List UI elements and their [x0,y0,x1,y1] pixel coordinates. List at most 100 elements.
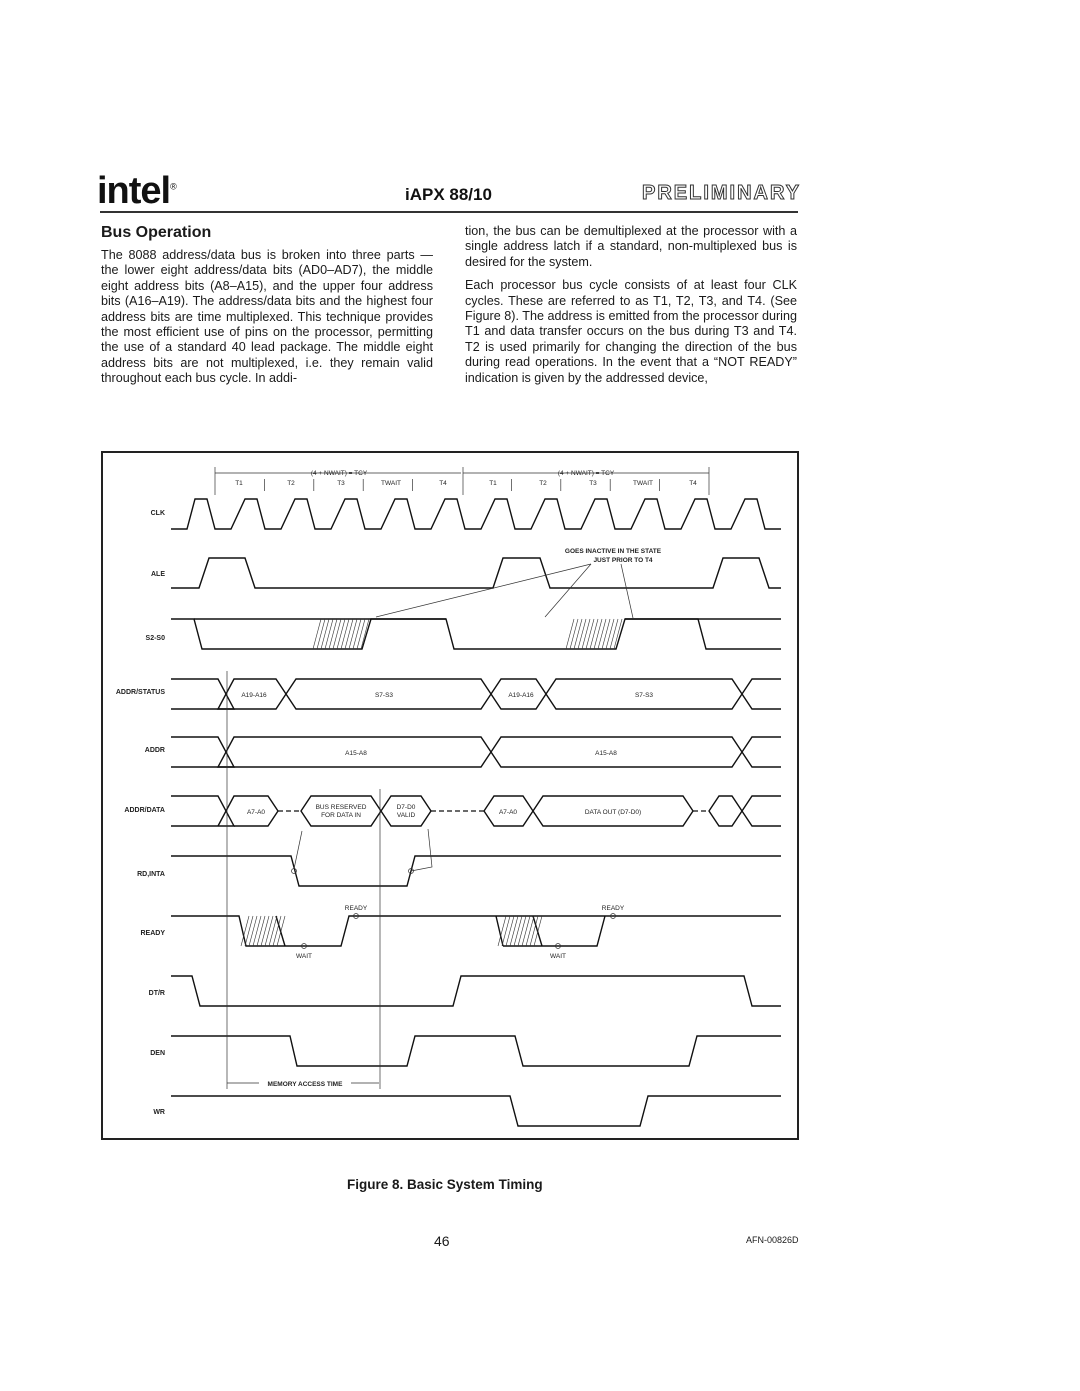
label-wait: WAIT [550,953,566,960]
label-bus-reserved: FOR DATA IN [321,812,361,819]
state-label: T1 [489,480,497,487]
annotation-arrow [544,563,592,618]
label-s7-s3: S7-S3 [635,692,653,699]
paragraph: tion, the bus can be demultiplexed at th… [465,224,797,269]
signal-label-den: DEN [150,1050,165,1057]
hatch-line [348,618,358,650]
hatch-line [577,618,587,650]
label-bus-reserved: BUS RESERVED [316,804,367,811]
label-memory-access-time: MEMORY ACCESS TIME [268,1081,344,1088]
annotation-arrow [620,563,634,619]
hatch-line [332,618,342,650]
hatch-line [248,915,258,947]
signal-label-clk: CLK [151,510,165,517]
hatch-line [360,618,370,650]
signal-label-ready: READY [140,930,165,937]
cycle-label: (4 + NWAIT) = TCY [311,470,368,477]
ale-note: GOES INACTIVE IN THE STATE [565,548,662,555]
state-label: T3 [337,480,345,487]
preliminary-stamp: PRELIMINARY [641,182,802,205]
signal-label-wr: WR [153,1109,165,1116]
hatch-line [521,915,531,947]
label-a7-a0: A7-A0 [247,809,265,816]
state-label: TWAIT [381,480,401,487]
state-label: T2 [287,480,295,487]
paragraph: Each processor bus cycle consists of at … [465,278,797,385]
label-data-valid: D7-D0 [397,804,416,811]
hatch-line [581,618,591,650]
ale-waveform [171,557,781,589]
label-wait: WAIT [296,953,312,960]
hatch-region [312,618,623,650]
hatch-line [312,618,322,650]
hatch-line [352,618,362,650]
hatch-line [585,618,595,650]
clk-waveform [171,498,781,530]
cycle-label: (4 + NWAIT) = TCY [558,470,615,477]
hatch-line [525,915,535,947]
hatch-line [593,618,603,650]
label-a19-a16: A19-A16 [241,692,267,699]
signal-label-addr: ADDR [145,747,165,754]
state-label: TWAIT [633,480,653,487]
signal-label-ale: ALE [151,571,165,578]
hatch-line [340,618,350,650]
annotation-arrow [375,563,592,618]
section-heading: Bus Operation [101,224,212,241]
paragraph: The 8088 address/data bus is broken into… [101,248,433,386]
annotation-arrow [410,828,433,872]
hatch-line [320,618,330,650]
addr-waveform [171,736,781,768]
hatch-line [260,915,270,947]
status-waveform [171,618,781,650]
label-a15-a8: A15-A8 [595,750,617,757]
hatch-line [252,915,262,947]
right-column: tion, the bus can be demultiplexed at th… [465,224,797,394]
state-label: T3 [589,480,597,487]
hatch-line [605,618,615,650]
state-labels: T1 T2 T3 TWAIT T4 T1 T2 T3 TWAIT T4 [235,480,697,487]
left-column: The 8088 address/data bus is broken into… [101,248,433,387]
signal-label-addr-data: ADDR/DATA [124,807,165,814]
hatch-line [589,618,599,650]
label-s7-s3: S7-S3 [375,692,393,699]
signal-label-rd-inta: RD,INTA [137,871,165,878]
state-label: T1 [235,480,243,487]
hatch-line [256,915,266,947]
signal-label-addr-status: ADDR/STATUS [116,689,165,696]
header-rule [100,211,798,213]
hatch-line [509,915,519,947]
hatch-line [316,618,326,650]
document-code: AFN-00826D [746,1235,799,1245]
hatch-line [324,618,334,650]
hatch-line [569,618,579,650]
label-a15-a8: A15-A8 [345,750,367,757]
state-label: T2 [539,480,547,487]
hatch-line [573,618,583,650]
hatch-line [336,618,346,650]
ale-note: JUST PRIOR TO T4 [593,557,652,564]
state-label: T4 [439,480,447,487]
hatch-line [244,915,254,947]
label-ready: READY [345,905,368,912]
wr-waveform [171,1095,781,1127]
document-title: iAPX 88/10 [405,185,492,204]
signal-label-status: S2-S0 [146,635,166,642]
hatch-line [328,618,338,650]
hatch-line [344,618,354,650]
label-a19-a16: A19-A16 [508,692,534,699]
page-number: 46 [434,1233,450,1249]
hatch-line [601,618,611,650]
annotation-arrow [293,830,303,870]
state-ticks [264,479,660,491]
dt-r-waveform [171,975,781,1007]
label-a7-a0: A7-A0 [499,809,517,816]
hatch-line [513,915,523,947]
label-data-valid: VALID [397,812,416,819]
label-data-out: DATA OUT (D7-D0) [585,809,641,816]
hatch-line [264,915,274,947]
timing-diagram: CLK ALE S2-S0 ADDR/STATUS ADDR ADDR/DATA… [116,467,781,1127]
hatch-line [268,915,278,947]
hatch-line [505,915,515,947]
hatch-line [517,915,527,947]
